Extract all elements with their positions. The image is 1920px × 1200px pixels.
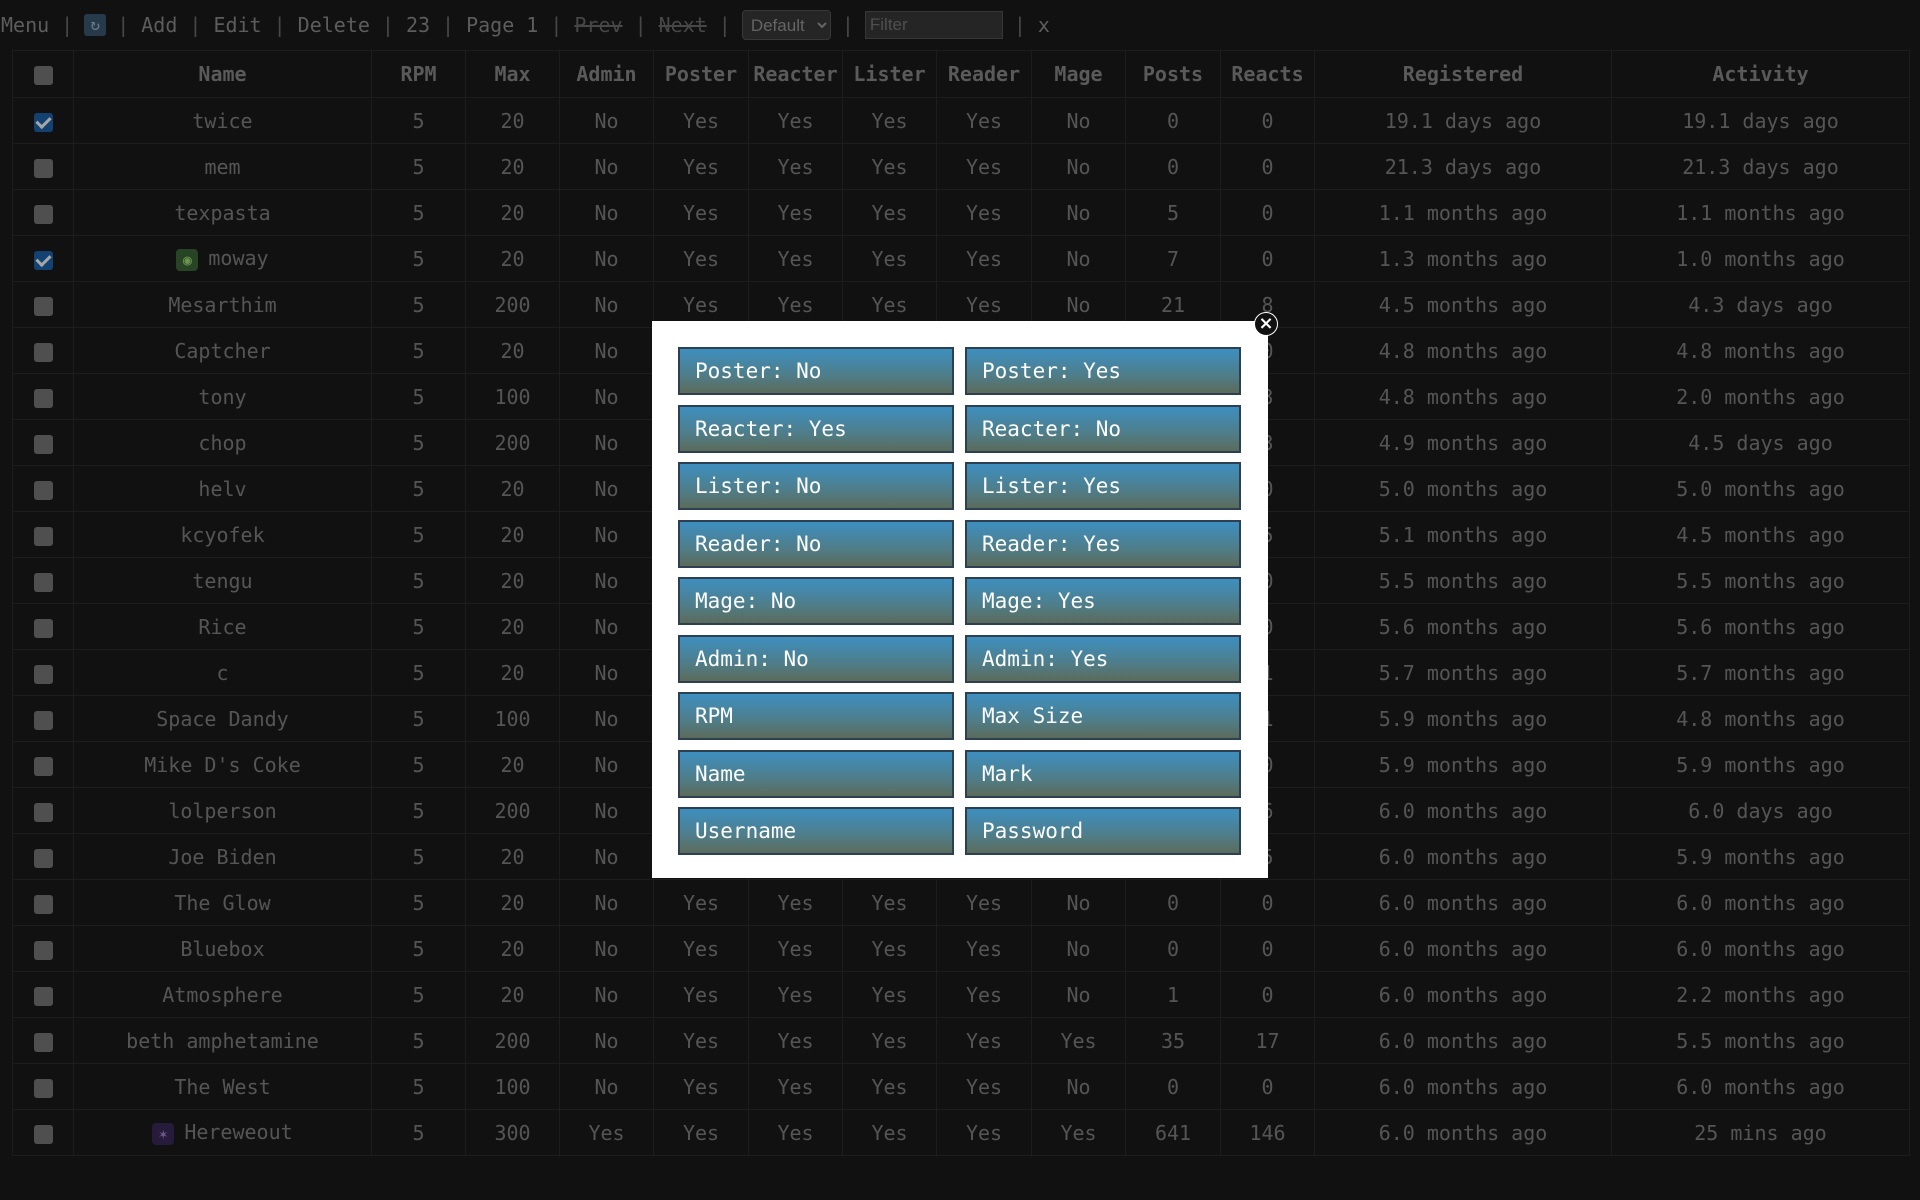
username-button[interactable]: Username [678, 807, 954, 855]
poster-no-button[interactable]: Poster: No [678, 347, 954, 395]
reader-no-button[interactable]: Reader: No [678, 519, 954, 568]
mage-no-button[interactable]: Mage: No [678, 577, 954, 625]
reader-yes-button[interactable]: Reader: Yes [965, 519, 1241, 568]
admin-yes-button[interactable]: Admin: Yes [965, 634, 1241, 683]
mage-yes-button[interactable]: Mage: Yes [965, 577, 1241, 625]
lister-no-button[interactable]: Lister: No [678, 462, 954, 510]
rpm-button[interactable]: RPM [678, 692, 954, 740]
admin-no-button[interactable]: Admin: No [678, 634, 954, 683]
poster-yes-button[interactable]: Poster: Yes [965, 347, 1241, 395]
mark-button[interactable]: Mark [965, 749, 1241, 798]
password-button[interactable]: Password [965, 807, 1241, 855]
reacter-yes-button[interactable]: Reacter: Yes [678, 404, 954, 453]
close-icon[interactable]: × [1254, 312, 1278, 336]
lister-yes-button[interactable]: Lister: Yes [965, 462, 1241, 510]
name-button[interactable]: Name [678, 749, 954, 798]
max-size-button[interactable]: Max Size [965, 692, 1241, 740]
edit-user-modal: Poster: No Poster: Yes Reacter: Yes Reacter… [652, 321, 1268, 878]
reacter-no-button[interactable]: Reacter: No [965, 404, 1241, 453]
